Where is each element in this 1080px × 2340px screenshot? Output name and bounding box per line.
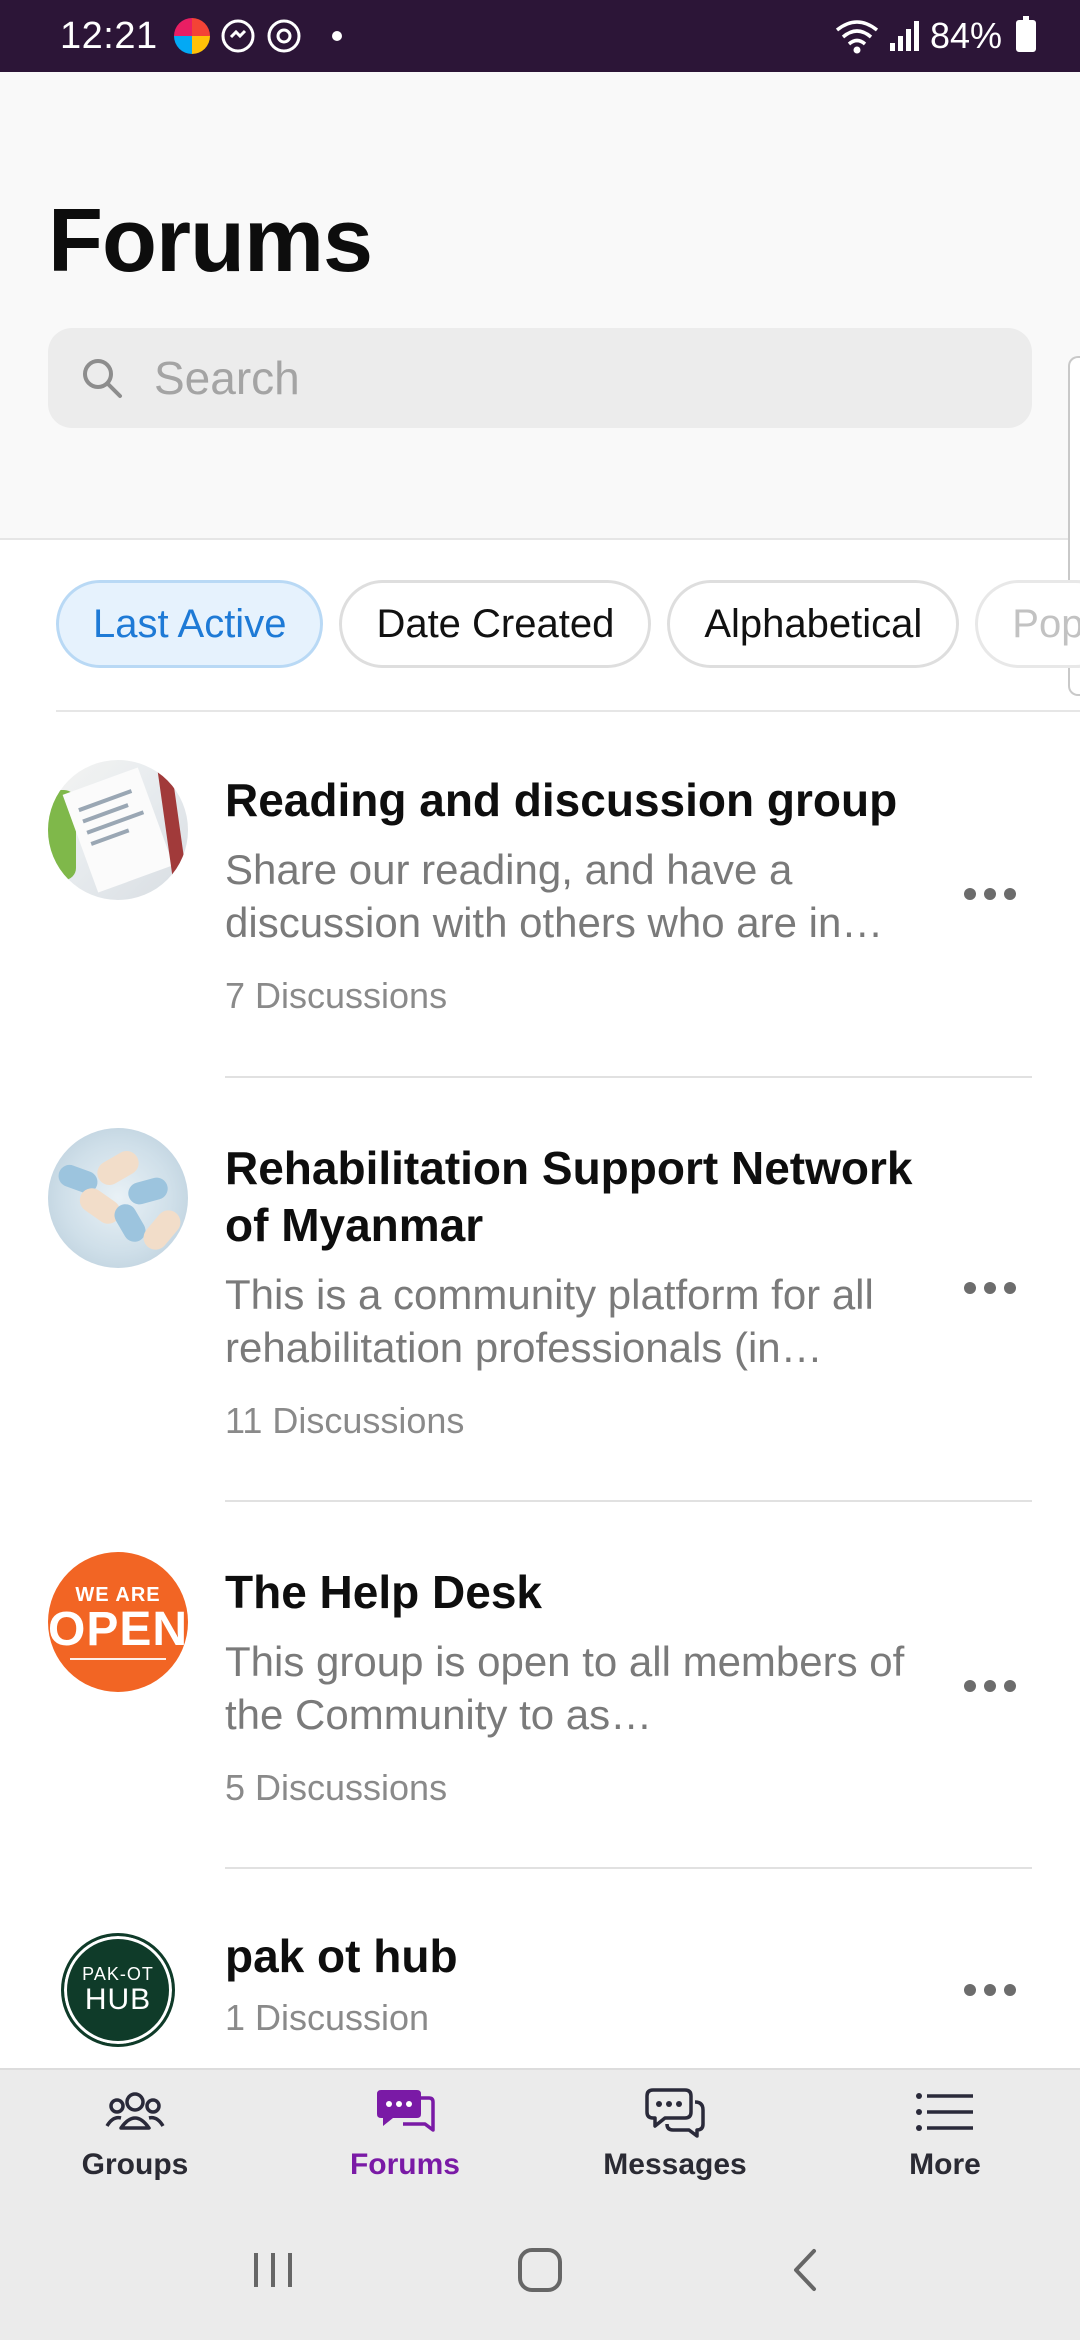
discussion-count: 5 Discussions [225, 1767, 448, 1808]
chip-date-created[interactable]: Date Created [339, 580, 652, 668]
bottom-navigation: Groups Forums Messages More [0, 2068, 1080, 2200]
more-horizontal-icon [964, 1984, 1016, 1996]
groups-icon [105, 2092, 165, 2130]
battery-percent: 84% [929, 15, 1002, 56]
divider [225, 1076, 1032, 1078]
app-color-icon [173, 18, 210, 54]
divider [225, 1500, 1032, 1502]
battery-icon [1016, 16, 1036, 52]
forum-body: Rehabilitation Support Network of Myanma… [225, 1140, 925, 1442]
recent-apps-button[interactable] [233, 2230, 313, 2310]
notification-dot [331, 31, 342, 41]
forum-avatar: WE ARE OPEN [48, 1552, 188, 1692]
nav-label: More [909, 2148, 981, 2181]
divider [225, 1867, 1032, 1869]
more-options-button[interactable] [948, 1948, 1032, 2032]
chip-last-active[interactable]: Last Active [56, 580, 324, 668]
forums-icon [377, 2090, 435, 2132]
back-icon [793, 2249, 816, 2291]
forum-body: pak ot hub 1 Discussion [225, 1928, 925, 2039]
back-button[interactable] [767, 2230, 847, 2310]
more-options-button[interactable] [948, 1644, 1032, 1728]
forum-body: Reading and discussion group Share our r… [225, 772, 925, 1017]
more-options-button[interactable] [948, 852, 1032, 936]
forum-item[interactable]: WE ARE OPEN The Help Desk This group is … [0, 1552, 1080, 1870]
forum-description: This group is open to all members of the… [225, 1638, 905, 1738]
forum-description: Share our reading, and have a discussion… [225, 846, 884, 946]
search-input[interactable] [154, 351, 954, 405]
forum-avatar: PAK-OT HUB [48, 1920, 188, 2060]
system-navigation [0, 2200, 1080, 2340]
forum-item[interactable]: Rehabilitation Support Network of Myanma… [0, 1128, 1080, 1500]
nav-groups[interactable]: Groups [0, 2070, 270, 2200]
wifi-icon [835, 20, 879, 54]
discussion-count: 1 Discussion [225, 1997, 430, 2038]
avatar-text-big: OPEN [48, 1603, 188, 1656]
sort-filter-chips: Last Active Date Created Alphabetical Po… [56, 580, 1080, 670]
discussion-count: 7 Discussions [225, 975, 448, 1016]
header: Forums [0, 72, 1080, 540]
recent-apps-icon [254, 2253, 293, 2287]
more-options-button[interactable] [948, 1246, 1032, 1330]
app-sync-icon [267, 19, 301, 53]
signal-icon [889, 21, 919, 51]
nav-label: Forums [349, 2148, 460, 2181]
menu-icon [916, 2093, 973, 2131]
chip-popular[interactable]: Pop [975, 580, 1080, 668]
home-button[interactable] [500, 2230, 580, 2310]
nav-label: Groups [81, 2148, 189, 2181]
more-horizontal-icon [964, 1282, 1016, 1294]
nav-more[interactable]: More [810, 2070, 1080, 2200]
avatar-text-big: HUB [84, 1983, 152, 2016]
nav-forums[interactable]: Forums [270, 2070, 540, 2200]
discussion-count: 11 Discussions [225, 1400, 465, 1441]
search-bar[interactable] [48, 328, 1032, 428]
forum-title[interactable]: Reading and discussion group [225, 772, 925, 829]
page-title: Forums [48, 191, 373, 291]
more-horizontal-icon [964, 1680, 1016, 1692]
avatar-text-small: PAK-OT [82, 1964, 154, 1984]
home-icon [517, 2248, 562, 2292]
forum-item[interactable]: PAK-OT HUB pak ot hub 1 Discussion [0, 1920, 1080, 2068]
status-time: 12:21 [60, 14, 158, 57]
forum-item[interactable]: Reading and discussion group Share our r… [0, 760, 1080, 1078]
messages-icon [645, 2088, 705, 2138]
more-horizontal-icon [964, 888, 1016, 900]
forum-body: The Help Desk This group is open to all … [225, 1564, 925, 1809]
nav-messages[interactable]: Messages [540, 2070, 810, 2200]
forum-description: This is a community platform for all reh… [225, 1271, 874, 1371]
app-messenger-icon [221, 19, 255, 53]
chip-alphabetical[interactable]: Alphabetical [667, 580, 960, 668]
status-bar: 12:21 84% [0, 0, 1080, 72]
divider [56, 710, 1080, 712]
forum-title[interactable]: The Help Desk [225, 1564, 925, 1621]
nav-label: Messages [603, 2148, 747, 2181]
notification-icons [173, 18, 342, 54]
search-icon [83, 359, 122, 398]
forum-avatar [48, 760, 188, 900]
forum-title[interactable]: Rehabilitation Support Network of Myanma… [225, 1140, 925, 1254]
forum-title[interactable]: pak ot hub [225, 1928, 925, 1985]
forum-avatar [48, 1128, 188, 1268]
status-right: 84% [834, 15, 1036, 57]
